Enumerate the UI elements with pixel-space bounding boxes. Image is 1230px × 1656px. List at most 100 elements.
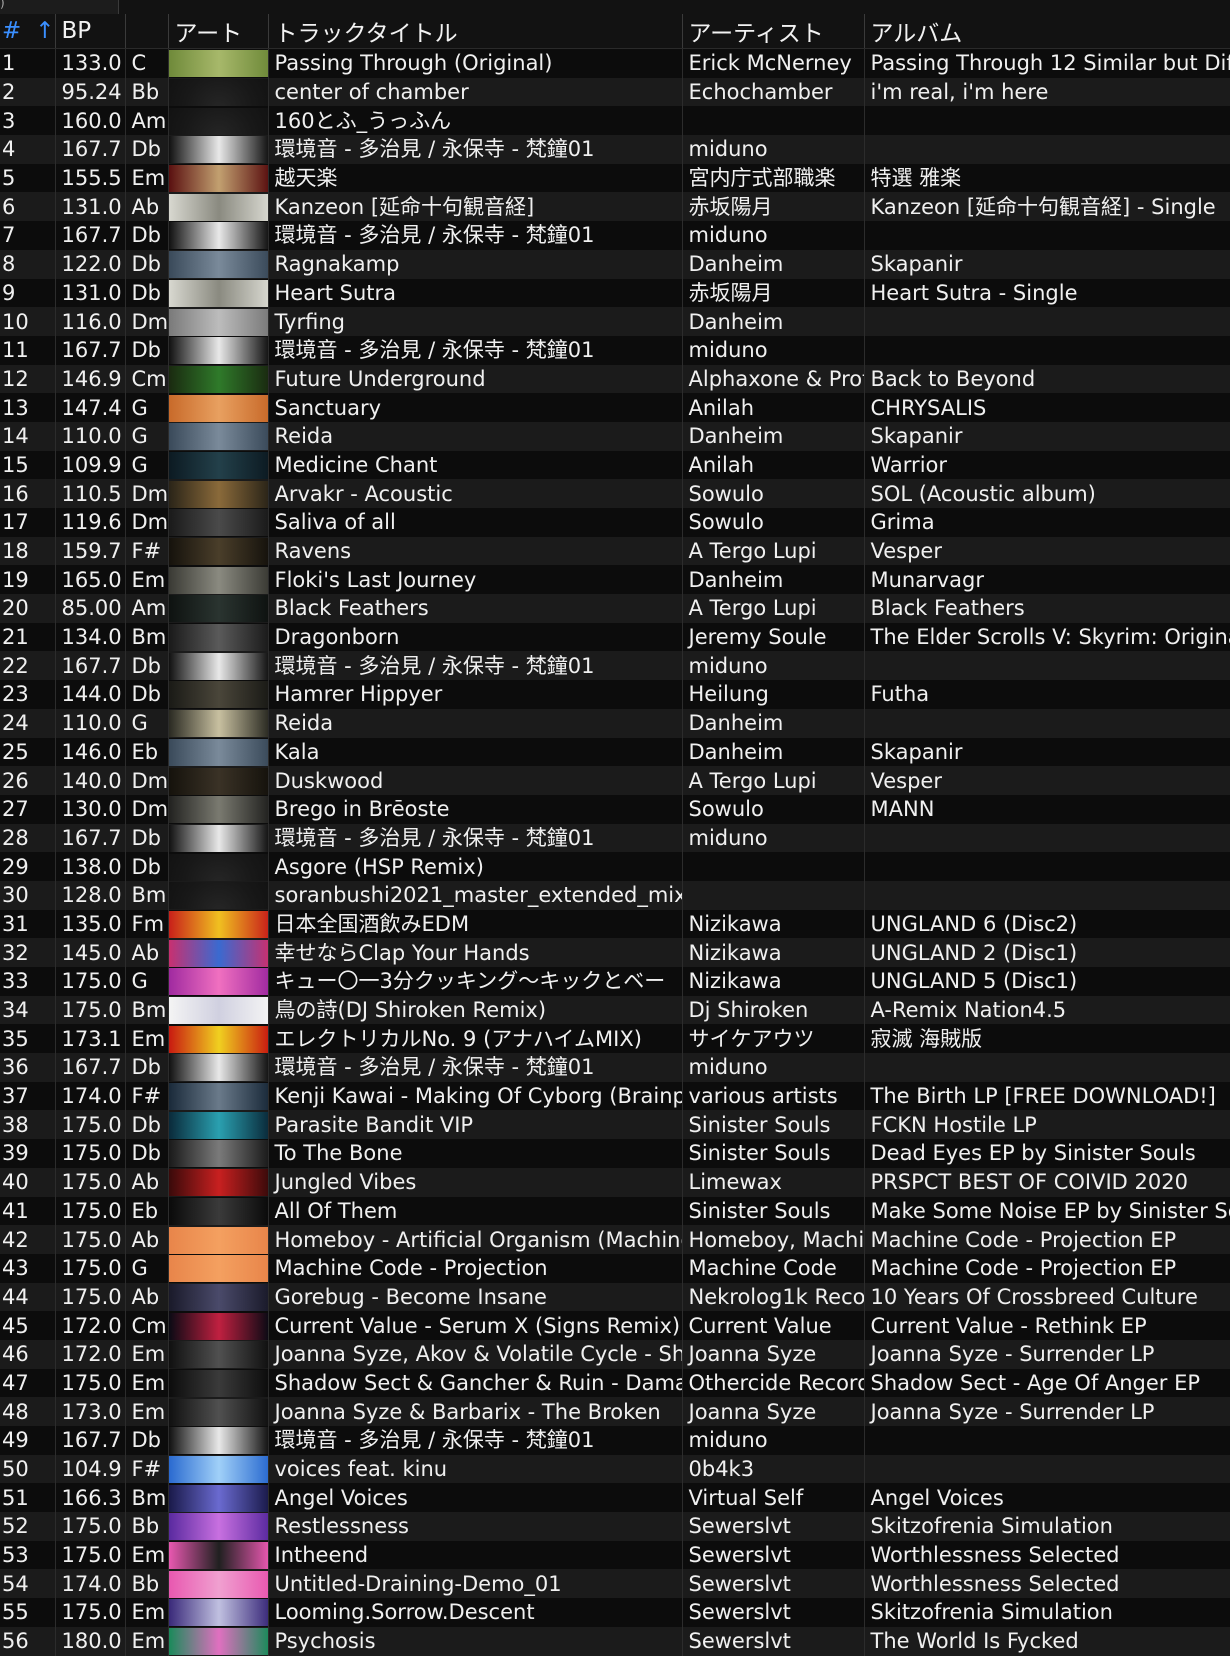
row-number: 1 — [0, 48, 56, 78]
table-row[interactable]: 35 173.1 Em エレクトリカルNo. 9 (アナハイムMIX) サイケアウツ 寂滅… — [0, 1024, 1230, 1054]
row-number: 8 — [0, 249, 56, 279]
table-row[interactable]: 4 167.7 Db 環境音 - 多治見 / 永保寺 - 梵鐘01 miduno — [0, 135, 1230, 164]
album-art-thumbnail — [168, 681, 267, 709]
table-row[interactable]: 24 110.0 G Reida Danheim — [0, 708, 1230, 738]
key-cell: Ab — [125, 938, 169, 967]
table-row[interactable]: 23 144.0 Db Hamrer Hippyer Heilung Futha — [0, 680, 1230, 709]
table-row[interactable]: 9 131.0 Db Heart Sutra 赤坂陽月 Heart Sutra - Sin… — [0, 278, 1230, 308]
table-row[interactable]: 30 128.0 Bm soranbushi2021_master_extended_… — [0, 880, 1230, 910]
album-art-thumbnail — [168, 1513, 267, 1541]
table-row[interactable]: 10 116.0 Dm Tyrfing Danheim — [0, 307, 1230, 336]
bpm-cell: 167.7 — [55, 335, 126, 365]
row-number: 14 — [0, 421, 56, 451]
album-art-cell — [168, 135, 269, 164]
table-row[interactable]: 37 174.0 F# Kenji Kawai - Making Of Cyborg … — [0, 1081, 1230, 1111]
table-row[interactable]: 39 175.0 Db To The Bone Sinister Souls Dead E… — [0, 1139, 1230, 1168]
table-row[interactable]: 12 146.9 Cm Future Underground Alphaxone & P… — [0, 364, 1230, 394]
table-row[interactable]: 8 122.0 Db Ragnakamp Danheim Skapanir — [0, 249, 1230, 279]
table-row[interactable]: 47 175.0 Em Shadow Sect & Gancher & Ruin - … — [0, 1368, 1230, 1398]
table-row[interactable]: 41 175.0 Eb All Of Them Sinister Souls Make S… — [0, 1196, 1230, 1226]
album-art-thumbnail — [168, 337, 267, 365]
table-row[interactable]: 28 167.7 Db 環境音 - 多治見 / 永保寺 - 梵鐘01 miduno — [0, 823, 1230, 853]
table-row[interactable]: 50 104.9 F# voices feat. kinu 0b4k3 — [0, 1454, 1230, 1484]
row-number: 36 — [0, 1053, 56, 1082]
table-row[interactable]: 7 167.7 Db 環境音 - 多治見 / 永保寺 - 梵鐘01 miduno — [0, 221, 1230, 250]
column-header-title[interactable]: トラックタイトル — [268, 14, 683, 49]
table-row[interactable]: 11 167.7 Db 環境音 - 多治見 / 永保寺 - 梵鐘01 miduno — [0, 335, 1230, 365]
table-row[interactable]: 53 175.0 Em Intheend Sewerslvt Worthlessness … — [0, 1540, 1230, 1570]
table-row[interactable]: 27 130.0 Dm Brego in Brēoste Sowulo MANN — [0, 794, 1230, 824]
album-art-cell — [168, 622, 269, 652]
table-row[interactable]: 21 134.0 Bm Dragonborn Jeremy Soule The Elder… — [0, 622, 1230, 652]
table-row[interactable]: 43 175.0 G Machine Code - Projection Machine… — [0, 1253, 1230, 1283]
table-row[interactable]: 52 175.0 Bb Restlessness Sewerslvt Skitzofren… — [0, 1512, 1230, 1541]
album-art-thumbnail — [168, 509, 267, 537]
table-row[interactable]: 40 175.0 Ab Jungled Vibes Limewax PRSPCT BEST… — [0, 1167, 1230, 1197]
table-row[interactable]: 25 146.0 Eb Kala Danheim Skapanir — [0, 737, 1230, 767]
table-row[interactable]: 32 145.0 Ab 幸せならClap Your Hands Nizikawa UNGL… — [0, 938, 1230, 967]
table-row[interactable]: 49 167.7 Db 環境音 - 多治見 / 永保寺 - 梵鐘01 miduno — [0, 1426, 1230, 1455]
table-row[interactable]: 48 173.0 Em Joanna Syze & Barbarix - The Br… — [0, 1397, 1230, 1426]
track-title-cell: Asgore (HSP Remix) — [268, 852, 683, 881]
bpm-cell: 175.0 — [55, 1253, 126, 1283]
album-art-cell — [168, 1311, 269, 1340]
table-row[interactable]: 16 110.5 Dm Arvakr - Acoustic Sowulo SOL (Aco… — [0, 479, 1230, 508]
album-art-thumbnail — [168, 451, 267, 479]
table-row[interactable]: 44 175.0 Ab Gorebug - Become Insane Nekrolog… — [0, 1282, 1230, 1312]
table-row[interactable]: 26 140.0 Dm Duskwood A Tergo Lupi Vesper — [0, 766, 1230, 795]
artist-cell: Sewerslvt — [682, 1598, 865, 1627]
table-row[interactable]: 1 133.0 C Passing Through (Original) Erick M… — [0, 48, 1230, 78]
table-row[interactable]: 54 174.0 Bb Untitled-Draining-Demo_01 Sewers… — [0, 1569, 1230, 1599]
table-row[interactable]: 13 147.4 G Sanctuary Anilah CHRYSALIS — [0, 393, 1230, 422]
table-row[interactable]: 31 135.0 Fm 日本全国酒飲みEDM Nizikawa UNGLAND 6 (Di… — [0, 909, 1230, 939]
album-cell: Passing Through 12 Similar but Diffe — [864, 48, 1230, 78]
track-title-cell: Saliva of all — [268, 508, 683, 537]
album-art-cell — [168, 1139, 269, 1168]
album-art-cell — [168, 364, 269, 394]
table-row[interactable]: 51 166.3 Bm Angel Voices Virtual Self Angel V… — [0, 1483, 1230, 1513]
table-row[interactable]: 17 119.6 Dm Saliva of all Sowulo Grima — [0, 508, 1230, 537]
album-art-cell — [168, 852, 269, 881]
album-cell — [864, 335, 1230, 365]
table-row[interactable]: 45 172.0 Cm Current Value - Serum X (Signs … — [0, 1311, 1230, 1340]
track-title-cell: To The Bone — [268, 1139, 683, 1168]
table-row[interactable]: 6 131.0 Ab Kanzeon [延命十句観音経] 赤坂陽月 Kanzeon [延命… — [0, 192, 1230, 222]
table-row[interactable]: 2 95.24 Bb center of chamber Echochamber i'm … — [0, 77, 1230, 107]
artist-cell: Danheim — [682, 307, 865, 336]
track-title-cell: Arvakr - Acoustic — [268, 479, 683, 508]
table-row[interactable]: 36 167.7 Db 環境音 - 多治見 / 永保寺 - 梵鐘01 miduno — [0, 1053, 1230, 1082]
table-row[interactable]: 5 155.5 Em 越天楽 宮内庁式部職楽 特選 雅楽 — [0, 163, 1230, 193]
table-row[interactable]: 19 165.0 Em Floki's Last Journey Danheim Muna… — [0, 565, 1230, 595]
sort-ascending-icon[interactable]: ↑ — [35, 18, 54, 44]
table-row[interactable]: 56 180.0 Em Psychosis Sewerslvt The World Is … — [0, 1626, 1230, 1656]
row-number: 10 — [0, 307, 56, 336]
column-header-bpm[interactable]: BP — [55, 14, 126, 49]
table-row[interactable]: 46 172.0 Em Joanna Syze, Akov & Volatile Cy… — [0, 1339, 1230, 1369]
column-header-artist[interactable]: アーティスト — [682, 14, 865, 49]
column-header-album[interactable]: アルバム — [864, 14, 1230, 49]
table-row[interactable]: 29 138.0 Db Asgore (HSP Remix) — [0, 852, 1230, 881]
table-row[interactable]: 55 175.0 Em Looming.Sorrow.Descent Sewerslvt… — [0, 1598, 1230, 1627]
table-row[interactable]: 15 109.9 G Medicine Chant Anilah Warrior — [0, 450, 1230, 480]
panel-tab[interactable] — [0, 0, 119, 14]
table-row[interactable]: 38 175.0 Db Parasite Bandit VIP Sinister Sou… — [0, 1110, 1230, 1140]
table-row[interactable]: 34 175.0 Bm 鳥の詩(DJ Shiroken Remix) Dj Shirok… — [0, 995, 1230, 1025]
key-cell: Db — [125, 249, 169, 279]
album-art-cell — [168, 651, 269, 681]
column-header-key[interactable] — [125, 14, 169, 49]
table-row[interactable]: 33 175.0 G キュー〇一3分クッキング〜キックとベー Nizikawa UNGLA… — [0, 967, 1230, 996]
table-row[interactable]: 20 85.00 Am Black Feathers A Tergo Lupi Black… — [0, 594, 1230, 623]
row-number: 46 — [0, 1339, 56, 1369]
column-header-number[interactable]: # ↑ — [0, 14, 56, 49]
table-row[interactable]: 18 159.7 F# Ravens A Tergo Lupi Vesper — [0, 536, 1230, 566]
artist-cell: Sowulo — [682, 508, 865, 537]
table-row[interactable]: 42 175.0 Ab Homeboy - Artificial Organism (… — [0, 1225, 1230, 1254]
table-row[interactable]: 22 167.7 Db 環境音 - 多治見 / 永保寺 - 梵鐘01 miduno — [0, 651, 1230, 681]
artist-cell: 宮内庁式部職楽 — [682, 163, 865, 193]
track-title-cell: Black Feathers — [268, 594, 683, 623]
table-row[interactable]: 14 110.0 G Reida Danheim Skapanir — [0, 421, 1230, 451]
column-header-art[interactable]: アート — [168, 14, 269, 49]
key-cell: Db — [125, 335, 169, 365]
album-art-cell — [168, 48, 269, 78]
table-row[interactable]: 3 160.0 Am 160とふ_うっふん — [0, 106, 1230, 136]
